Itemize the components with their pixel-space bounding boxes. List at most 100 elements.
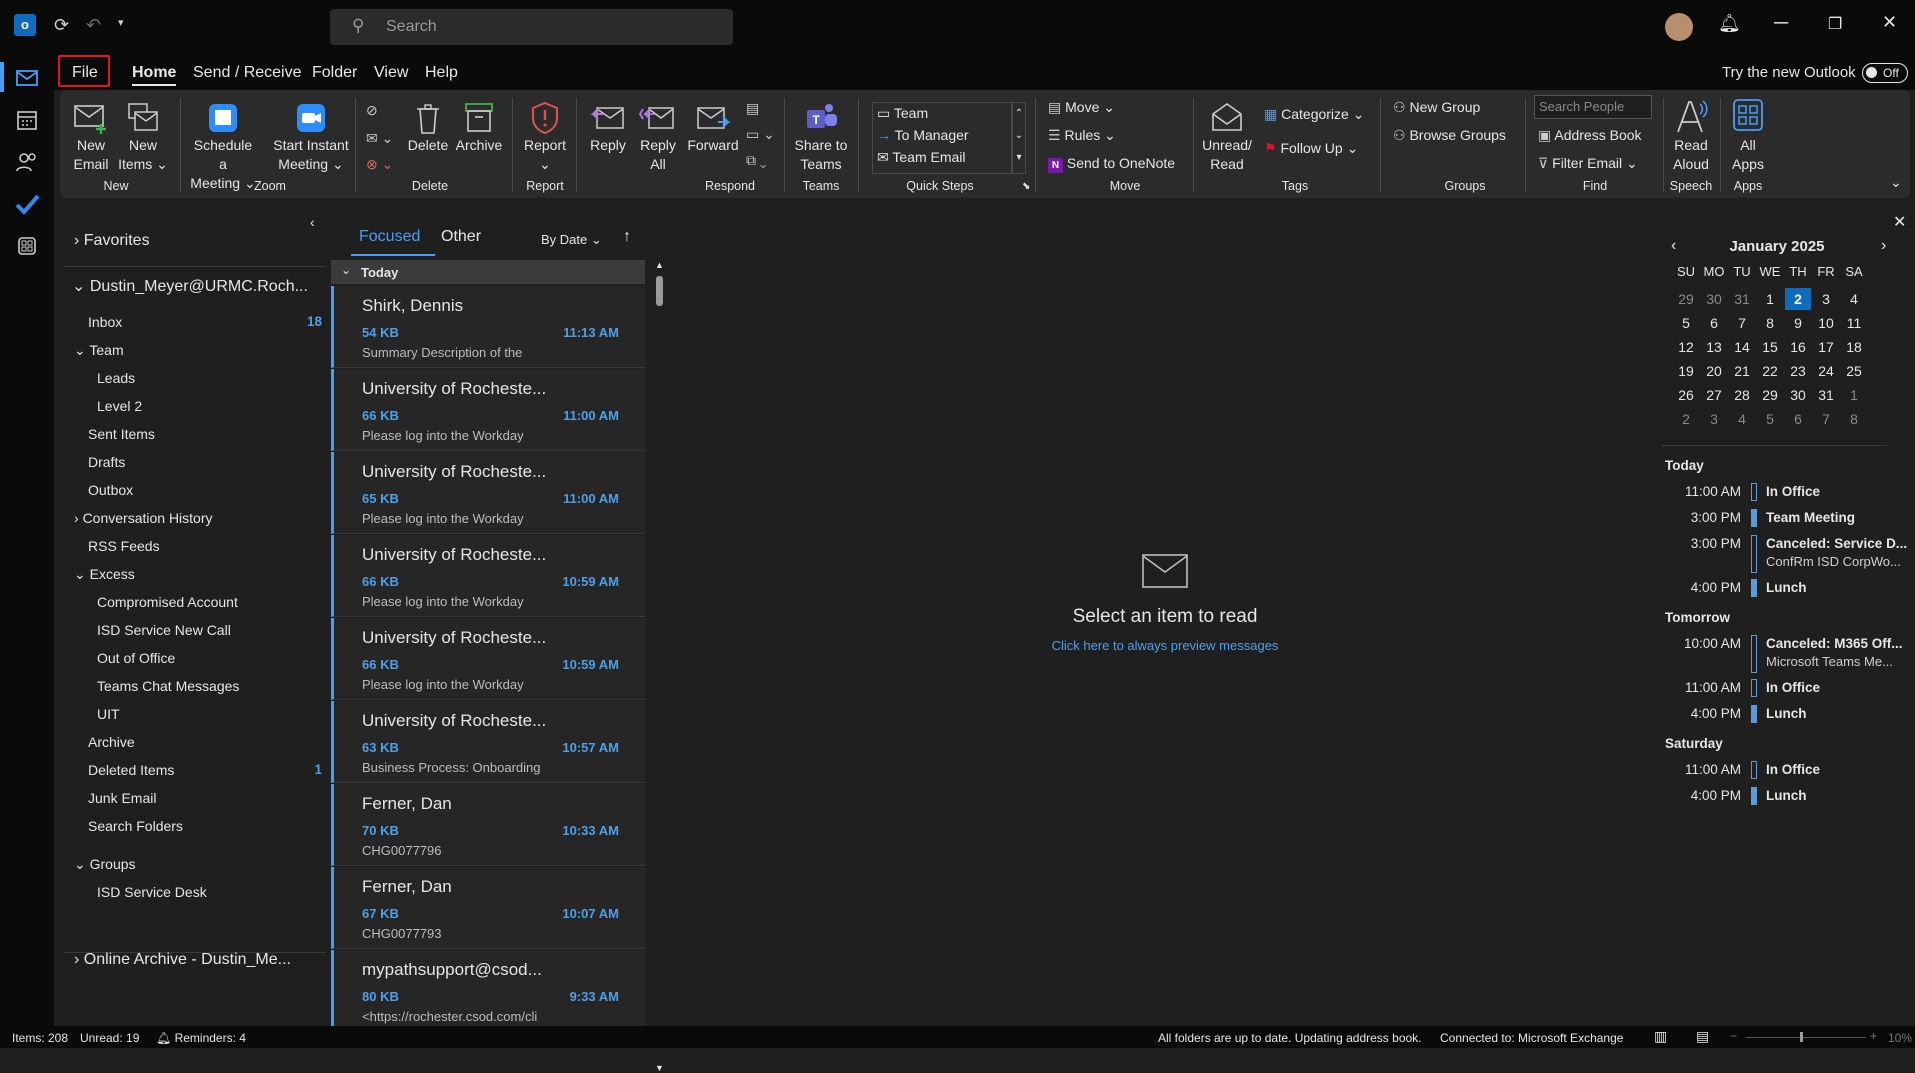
calendar-day[interactable]: 26 bbox=[1673, 384, 1699, 406]
new-group-button[interactable]: ⚇ New Group bbox=[1393, 99, 1480, 116]
calendar-day[interactable]: 30 bbox=[1701, 288, 1727, 310]
calendar-day[interactable]: 31 bbox=[1813, 384, 1839, 406]
restore-button[interactable]: ❐ bbox=[1828, 14, 1842, 34]
calendar-day[interactable]: 5 bbox=[1673, 312, 1699, 334]
calendar-day[interactable]: 21 bbox=[1729, 360, 1755, 382]
rules-button[interactable]: ☰ Rules ⌄ bbox=[1048, 127, 1116, 144]
folder-excess[interactable]: ⌄ Excess bbox=[74, 566, 135, 583]
zoom-in-icon[interactable]: + bbox=[1870, 1029, 1877, 1043]
folder-deleted-items[interactable]: Deleted Items bbox=[88, 762, 174, 778]
quickstep-to-manager[interactable]: → To Manager bbox=[877, 127, 969, 143]
folder-out-of-office[interactable]: Out of Office bbox=[97, 650, 175, 666]
agenda-event-title[interactable]: In Office bbox=[1766, 762, 1820, 777]
report-button[interactable]: Report ⌄ bbox=[520, 100, 570, 174]
calendar-day[interactable]: 5 bbox=[1757, 408, 1783, 430]
calendar-day[interactable]: 7 bbox=[1729, 312, 1755, 334]
tab-focused[interactable]: Focused bbox=[359, 228, 420, 246]
categorize-button[interactable]: ▦ Categorize ⌄ bbox=[1264, 106, 1364, 123]
message-item[interactable]: Ferner, Dan 70 KB 10:33 AM CHG0077796 bbox=[331, 784, 645, 866]
address-book-button[interactable]: ▣ Address Book bbox=[1538, 127, 1642, 144]
calendar-day[interactable]: 1 bbox=[1841, 384, 1867, 406]
calendar-day[interactable]: 27 bbox=[1701, 384, 1727, 406]
calendar-day[interactable]: 6 bbox=[1701, 312, 1727, 334]
message-item[interactable]: University of Rocheste... 63 KB 10:57 AM Bu… bbox=[331, 701, 645, 783]
calendar-day[interactable]: 24 bbox=[1813, 360, 1839, 382]
folder-leads[interactable]: Leads bbox=[97, 370, 135, 386]
undo-icon[interactable]: ↶ bbox=[86, 15, 101, 36]
folder-isd-service-new-call[interactable]: ISD Service New Call bbox=[97, 622, 231, 638]
sync-icon[interactable]: ⟳ bbox=[54, 15, 69, 36]
meeting-reply-icon[interactable]: ▤ bbox=[746, 100, 759, 117]
calendar-day[interactable]: 10 bbox=[1813, 312, 1839, 334]
message-item[interactable]: Ferner, Dan 67 KB 10:07 AM CHG0077793 bbox=[331, 867, 645, 949]
folder-level-2[interactable]: Level 2 bbox=[97, 398, 142, 414]
normal-view-icon[interactable]: ▥ bbox=[1654, 1028, 1667, 1045]
agenda-event-title[interactable]: Canceled: M365 Off... bbox=[1766, 636, 1903, 651]
calendar-day[interactable]: 4 bbox=[1729, 408, 1755, 430]
folder-archive[interactable]: Archive bbox=[88, 734, 135, 750]
calendar-day[interactable]: 19 bbox=[1673, 360, 1699, 382]
menu-home[interactable]: Home bbox=[132, 64, 177, 86]
search-input[interactable]: ⚲ Search bbox=[330, 9, 733, 45]
calendar-day[interactable]: 7 bbox=[1813, 408, 1839, 430]
calendar-day[interactable]: 3 bbox=[1813, 288, 1839, 310]
calendar-day[interactable]: 11 bbox=[1841, 312, 1867, 334]
calendar-day[interactable]: 13 bbox=[1701, 336, 1727, 358]
message-list-scrollbar[interactable]: ▲ ▼ bbox=[654, 260, 664, 1073]
message-item[interactable]: University of Rocheste... 66 KB 10:59 AM Pl… bbox=[331, 535, 645, 617]
sort-by-date-button[interactable]: By Date ⌄ bbox=[541, 232, 602, 248]
dialog-launcher-icon[interactable]: ⬊ bbox=[1022, 181, 1030, 192]
menu-folder[interactable]: Folder bbox=[312, 64, 357, 82]
folder-inbox[interactable]: Inbox bbox=[88, 314, 122, 330]
chevron-right-icon[interactable]: › bbox=[74, 510, 83, 526]
account-node[interactable]: ⌄ Dustin_Meyer@URMC.Roch... bbox=[72, 276, 308, 296]
calendar-icon[interactable] bbox=[13, 106, 41, 134]
new-email-button[interactable]: New Email bbox=[66, 100, 116, 174]
calendar-day[interactable]: 17 bbox=[1813, 336, 1839, 358]
browse-groups-button[interactable]: ⚇ Browse Groups bbox=[1393, 127, 1506, 144]
tab-other[interactable]: Other bbox=[441, 228, 481, 246]
people-icon[interactable] bbox=[13, 148, 41, 176]
message-item[interactable]: University of Rocheste... 66 KB 11:00 AM Pl… bbox=[331, 369, 645, 451]
calendar-day[interactable]: 8 bbox=[1841, 408, 1867, 430]
message-item[interactable]: Shirk, Dennis 54 KB 11:13 AM Summary Descri… bbox=[331, 286, 645, 368]
mail-icon[interactable] bbox=[13, 64, 41, 92]
folder-rss-feeds[interactable]: RSS Feeds bbox=[88, 538, 160, 554]
menu-send-receive[interactable]: Send / Receive bbox=[193, 64, 302, 82]
quickstep-team[interactable]: ▭ Team bbox=[877, 105, 928, 122]
calendar-day[interactable]: 29 bbox=[1757, 384, 1783, 406]
folder-compromised-account[interactable]: Compromised Account bbox=[97, 594, 238, 610]
message-item[interactable]: mypathsupport@csod... 80 KB 9:33 AM <https:… bbox=[331, 950, 645, 1032]
follow-up-button[interactable]: ⚑ Follow Up ⌄ bbox=[1264, 140, 1358, 157]
calendar-day[interactable]: 14 bbox=[1729, 336, 1755, 358]
start-instant-meeting-button[interactable]: Start Instant Meeting ⌄ bbox=[270, 100, 352, 174]
quickstep-team-email[interactable]: ✉ Team Email bbox=[877, 149, 966, 166]
sort-direction-icon[interactable]: ↑ bbox=[623, 228, 631, 246]
agenda-event-title[interactable]: Lunch bbox=[1766, 706, 1807, 721]
calendar-day[interactable]: 15 bbox=[1757, 336, 1783, 358]
agenda-event-title[interactable]: Lunch bbox=[1766, 788, 1807, 803]
folder-drafts[interactable]: Drafts bbox=[88, 454, 125, 470]
menu-file[interactable]: File bbox=[72, 64, 98, 82]
quick-steps-scroll[interactable]: ⌃ ⌄ ▾ bbox=[1012, 102, 1026, 174]
zoom-slider-thumb[interactable] bbox=[1800, 1032, 1803, 1042]
apps-icon[interactable] bbox=[13, 232, 41, 260]
calendar-day[interactable]: 23 bbox=[1785, 360, 1811, 382]
folder-groups[interactable]: ⌄ Groups bbox=[74, 856, 136, 873]
next-month-icon[interactable]: › bbox=[1881, 237, 1886, 255]
calendar-day[interactable]: 31 bbox=[1729, 288, 1755, 310]
chevron-down-icon[interactable]: ⌄ bbox=[74, 342, 89, 358]
menu-help[interactable]: Help bbox=[425, 64, 458, 82]
avatar[interactable] bbox=[1665, 13, 1693, 41]
ignore-icon[interactable]: ⊘ bbox=[366, 102, 378, 119]
calendar-day[interactable]: 1 bbox=[1757, 288, 1783, 310]
zoom-out-icon[interactable]: − bbox=[1730, 1029, 1737, 1043]
share-to-teams-button[interactable]: T Share to Teams bbox=[790, 100, 852, 174]
calendar-day[interactable]: 28 bbox=[1729, 384, 1755, 406]
folder-conversation-history[interactable]: › Conversation History bbox=[74, 510, 213, 526]
minimize-button[interactable]: ─ bbox=[1774, 12, 1788, 35]
menu-view[interactable]: View bbox=[374, 64, 408, 82]
online-archive-node[interactable]: › Online Archive - Dustin_Me... bbox=[74, 951, 291, 969]
im-reply-icon[interactable]: ▭ ⌄ bbox=[746, 126, 775, 143]
folder-teams-chat-messages[interactable]: Teams Chat Messages bbox=[97, 678, 239, 694]
